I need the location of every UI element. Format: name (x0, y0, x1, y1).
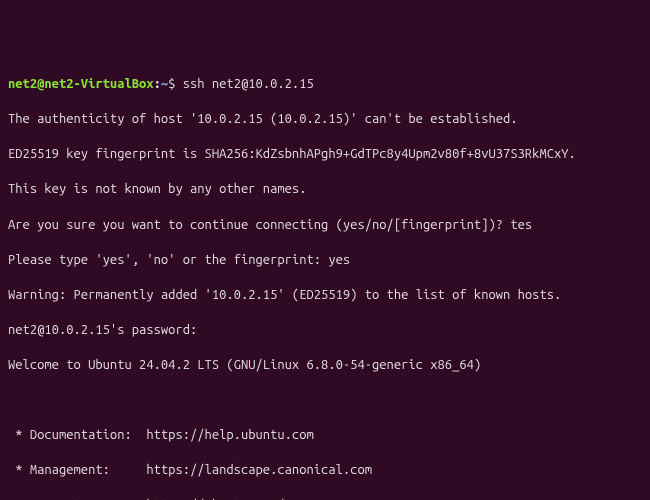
output-line: ED25519 key fingerprint is SHA256:KdZsbn… (8, 146, 642, 164)
prompt-user: net2 (8, 77, 37, 91)
command-text: ssh net2@10.0.2.15 (183, 77, 314, 91)
output-line: Welcome to Ubuntu 24.04.2 LTS (GNU/Linux… (8, 357, 642, 375)
output-line: * Management: https://landscape.canonica… (8, 462, 642, 480)
prompt-colon: : (154, 77, 161, 91)
output-line: Are you sure you want to continue connec… (8, 217, 642, 235)
output-line: Please type 'yes', 'no' or the fingerpri… (8, 252, 642, 270)
prompt-line[interactable]: net2@net2-VirtualBox:~$ ssh net2@10.0.2.… (8, 76, 642, 94)
output-line: Warning: Permanently added '10.0.2.15' (… (8, 287, 642, 305)
prompt-host: net2-VirtualBox (44, 77, 153, 91)
output-line: * Documentation: https://help.ubuntu.com (8, 427, 642, 445)
output-line: This key is not known by any other names… (8, 181, 642, 199)
prompt-dollar: $ (168, 77, 183, 91)
output-line: The authenticity of host '10.0.2.15 (10.… (8, 111, 642, 129)
blank-line (8, 392, 642, 410)
output-line: net2@10.0.2.15's password: (8, 322, 642, 340)
